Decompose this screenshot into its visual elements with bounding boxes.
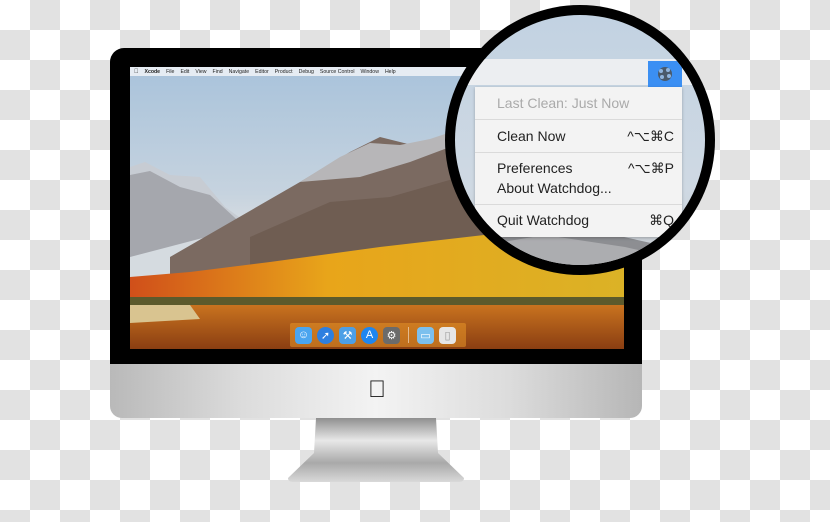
menu-separator (475, 204, 682, 205)
menu-item-label: Clean Now (497, 128, 566, 144)
app-store-icon[interactable]: A (361, 326, 378, 344)
menu-separator (475, 152, 682, 153)
menu-navigate[interactable]: Navigate (229, 69, 249, 75)
menu-separator (475, 119, 682, 120)
menu-view[interactable]: View (195, 69, 206, 75)
finder-icon[interactable]: ☺ (295, 326, 312, 344)
xcode-icon[interactable]: ⚒ (339, 326, 356, 344)
dock: ☺ ➚ ⚒ A ⚙ ▭ ▯ (290, 323, 466, 347)
menu-find[interactable]: Find (213, 69, 223, 75)
menu-item-preferences[interactable]: Preferences ^⌥⌘P (475, 158, 682, 178)
menu-file[interactable]: File (166, 69, 174, 75)
apple-menu-icon[interactable]:  (134, 69, 139, 75)
menu-item-about[interactable]: About Watchdog... (475, 178, 682, 198)
dock-separator (408, 327, 409, 343)
menu-debug[interactable]: Debug (299, 69, 314, 75)
menu-item-shortcut: ⌘Q (649, 211, 674, 228)
menu-item-shortcut: ^⌥⌘P (627, 159, 674, 176)
menu-item-clean-now[interactable]: Clean Now ^⌥⌘C (475, 126, 682, 146)
menu-item-last-clean: Last Clean: Just Now (475, 93, 682, 113)
watchdog-icon (658, 67, 672, 81)
menu-source-control[interactable]: Source Control (320, 69, 355, 75)
folder-glyph: ▭ (420, 329, 431, 342)
watchdog-status-item[interactable] (648, 61, 682, 87)
xcode-glyph: ⚒ (342, 329, 353, 342)
menu-window[interactable]: Window (360, 69, 378, 75)
menu-item-label: Quit Watchdog (497, 212, 590, 228)
finder-glyph: ☺ (297, 329, 310, 341)
menu-editor[interactable]: Editor (255, 69, 269, 75)
apple-logo-icon:  (366, 376, 388, 404)
menu-item-label: Last Clean: Just Now (497, 95, 630, 111)
imac-stand (288, 418, 464, 482)
menu-item-label: About Watchdog... (497, 180, 612, 196)
menu-item-label: Preferences (497, 160, 573, 176)
safari-glyph: ➚ (320, 329, 331, 342)
trash-icon[interactable]: ▯ (439, 326, 456, 344)
system-preferences-icon[interactable]: ⚙ (383, 326, 400, 344)
app-store-glyph: A (365, 329, 374, 341)
menu-item-shortcut: ^⌥⌘C (627, 127, 674, 144)
magnified-view: Last Clean: Just Now Clean Now ^⌥⌘C Pref… (455, 15, 705, 265)
trash-glyph: ▯ (444, 329, 451, 342)
magnifier-callout: Last Clean: Just Now Clean Now ^⌥⌘C Pref… (445, 5, 715, 275)
menu-edit[interactable]: Edit (180, 69, 189, 75)
menu-help[interactable]: Help (385, 69, 396, 75)
menu-app-name[interactable]: Xcode (145, 69, 161, 75)
watchdog-menu: Last Clean: Just Now Clean Now ^⌥⌘C Pref… (475, 87, 682, 237)
folder-icon[interactable]: ▭ (417, 326, 434, 344)
menu-item-quit[interactable]: Quit Watchdog ⌘Q (475, 210, 682, 230)
menu-product[interactable]: Product (275, 69, 293, 75)
system-preferences-glyph: ⚙ (386, 329, 397, 342)
safari-icon[interactable]: ➚ (317, 326, 334, 344)
